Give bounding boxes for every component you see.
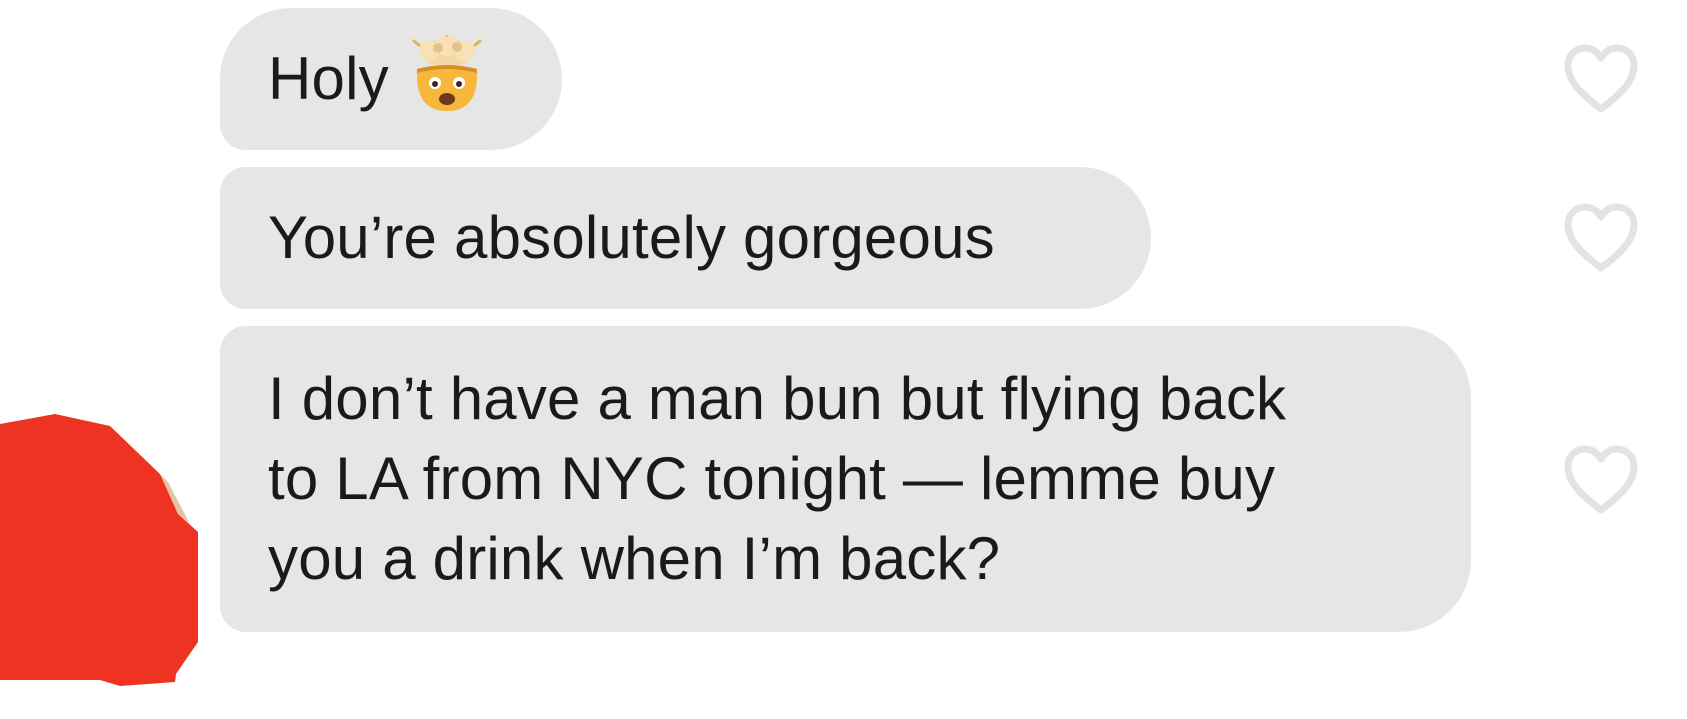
message-bubble[interactable]: Holy	[220, 8, 562, 150]
like-heart-icon[interactable]	[1562, 43, 1640, 115]
message-text: Holy	[268, 45, 389, 112]
like-heart-icon[interactable]	[1562, 202, 1640, 274]
like-heart-icon[interactable]	[1562, 444, 1640, 516]
message-text: I don’t have a man bun but flying back t…	[268, 365, 1287, 592]
message-bubble[interactable]: I don’t have a man bun but flying back t…	[220, 326, 1471, 632]
redacted-avatar	[0, 414, 200, 694]
message-text: You’re absolutely gorgeous	[268, 204, 995, 271]
message-bubble[interactable]: You’re absolutely gorgeous	[220, 167, 1151, 309]
exploding-head-emoji-icon	[407, 30, 487, 115]
